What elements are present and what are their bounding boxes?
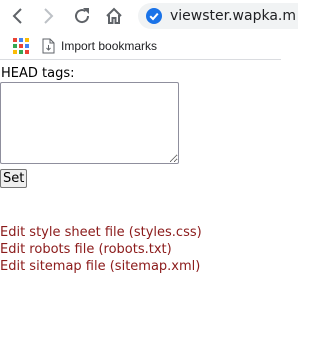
bookmarks-bar: Import bookmarks bbox=[0, 33, 281, 60]
reload-icon bbox=[72, 6, 92, 26]
back-button[interactable] bbox=[6, 4, 30, 28]
import-bookmarks-icon bbox=[42, 38, 61, 54]
bookmark-label: Import bookmarks bbox=[61, 39, 158, 53]
forward-arrow-icon bbox=[39, 7, 57, 25]
bookmark-import-bookmarks[interactable]: Import bookmarks bbox=[42, 36, 157, 56]
reload-button[interactable] bbox=[70, 4, 94, 28]
edit-links: Edit style sheet file (styles.css) Edit … bbox=[0, 224, 281, 275]
browser-toolbar: viewster.wapka.m bbox=[0, 0, 298, 33]
url-text[interactable]: viewster.wapka.m bbox=[170, 7, 296, 25]
set-button[interactable]: Set bbox=[0, 169, 28, 188]
edit-styles-link[interactable]: Edit style sheet file (styles.css) bbox=[0, 224, 281, 241]
edit-robots-link[interactable]: Edit robots file (robots.txt) bbox=[0, 241, 281, 258]
address-bar[interactable]: viewster.wapka.m bbox=[138, 3, 298, 29]
page-content: HEAD tags: Set Edit style sheet file (st… bbox=[0, 66, 281, 275]
head-tags-label: HEAD tags: bbox=[1, 66, 75, 81]
forward-button[interactable] bbox=[36, 4, 60, 28]
apps-grid-icon[interactable] bbox=[13, 38, 29, 54]
back-arrow-icon bbox=[9, 7, 27, 25]
home-button[interactable] bbox=[102, 4, 126, 28]
head-tags-textarea[interactable] bbox=[0, 82, 179, 164]
secure-check-icon[interactable] bbox=[146, 8, 162, 24]
home-icon bbox=[104, 6, 124, 26]
edit-sitemap-link[interactable]: Edit sitemap file (sitemap.xml) bbox=[0, 258, 281, 275]
